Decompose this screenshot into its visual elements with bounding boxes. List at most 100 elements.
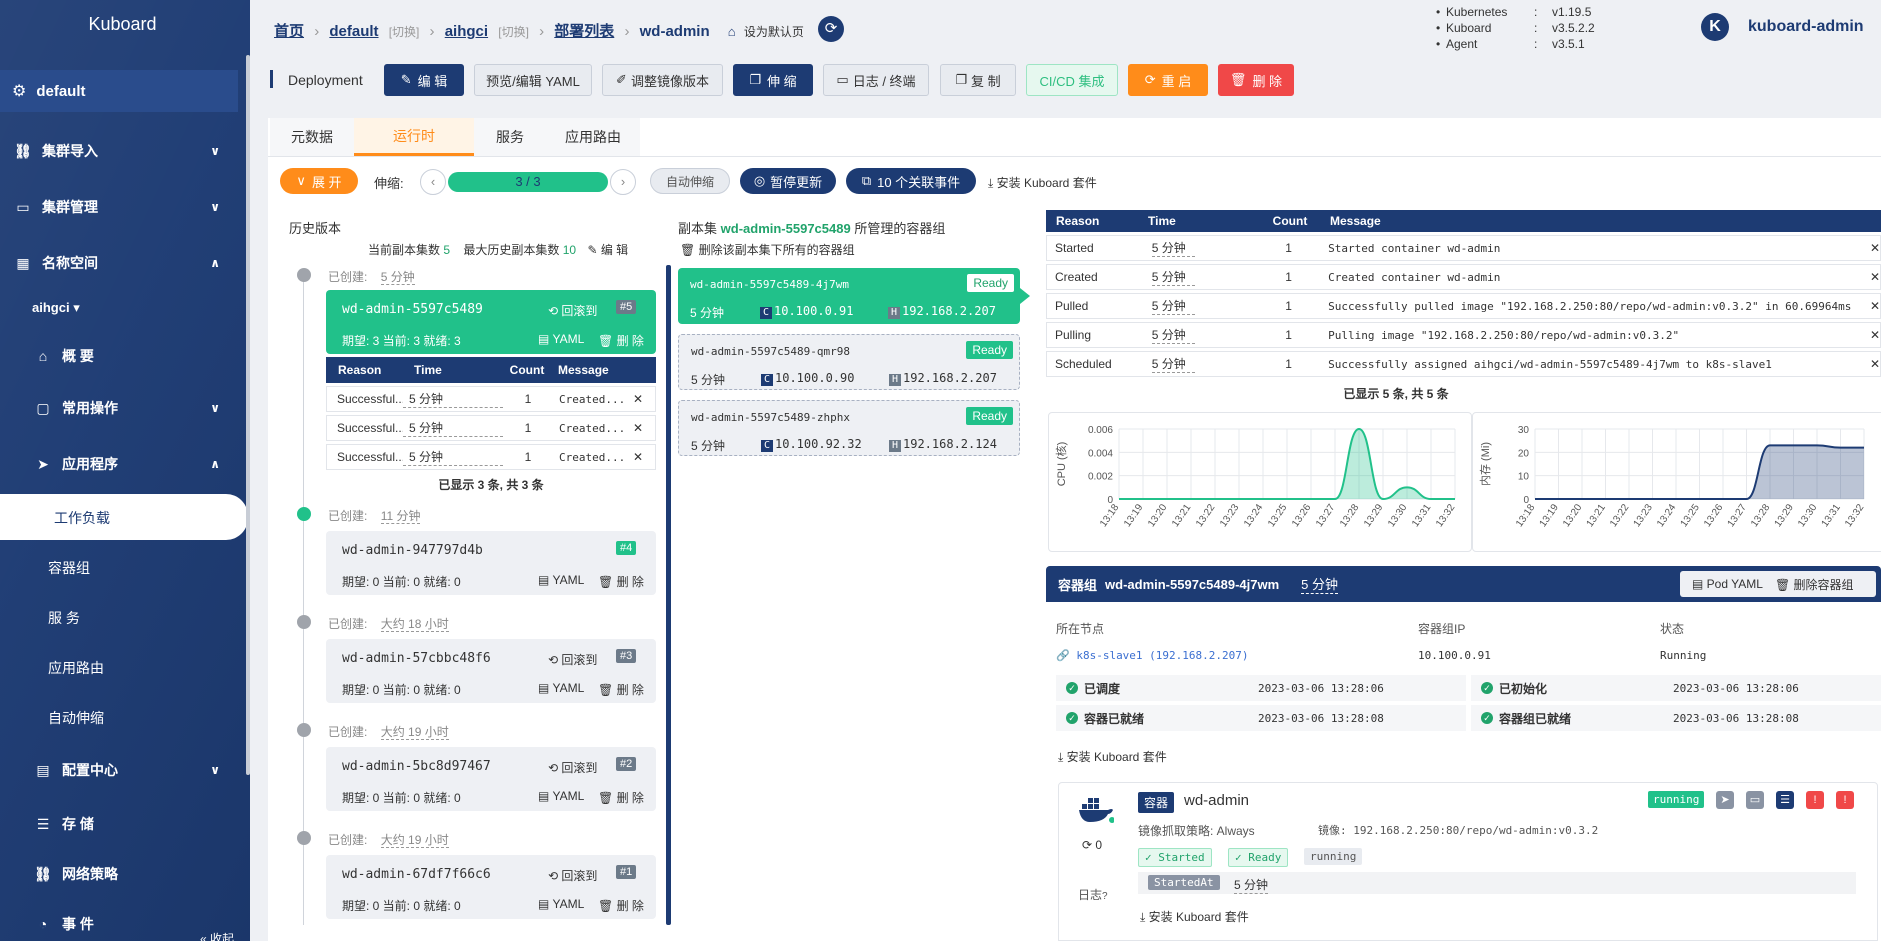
tab-bar-line [268, 156, 1881, 157]
replica-slider[interactable]: 3 / 3 [448, 172, 608, 192]
logs-terminal-button[interactable]: ▭ 日志 / 终端 [823, 64, 929, 96]
close-icon[interactable]: ✕ [1870, 328, 1880, 342]
yaml-link[interactable]: ▤ YAML [538, 789, 584, 803]
cluster-selector[interactable]: ⚙ default [0, 70, 238, 112]
pod-yaml-button[interactable]: ▤ Pod YAML [1692, 577, 1763, 591]
history-card[interactable]: wd-admin-57cbbc48f6 ⟲ 回滚到 #3 期望: 0 当前: 0… [326, 639, 656, 703]
delete-pod-button[interactable]: 🗑 删除容器组 [1775, 576, 1854, 593]
close-icon[interactable]: ✕ [1870, 270, 1880, 284]
user-menu[interactable]: kuboard-admin [1748, 18, 1864, 36]
switch-namespace-link[interactable]: [切换] [498, 25, 529, 39]
delete-link[interactable]: 🗑 删 除 [598, 681, 644, 698]
send-icon[interactable]: ➤ [1716, 791, 1734, 809]
alert-icon[interactable]: ! [1836, 791, 1854, 809]
gear-icon: ⚙ [12, 83, 27, 100]
delete-link[interactable]: 🗑 删 除 [598, 789, 644, 806]
close-icon[interactable]: ✕ [1870, 299, 1880, 313]
history-card[interactable]: wd-admin-67df7f66c6 ⟲ 回滚到 #1 期望: 0 当前: 0… [326, 855, 656, 919]
history-card[interactable]: wd-admin-947797d4b #4 期望: 0 当前: 0 就绪: 0 … [326, 531, 656, 595]
collapse-button[interactable]: « 收起 [200, 930, 234, 941]
install-kuboard-link[interactable]: ⤓ 安装 Kuboard 套件 [1140, 908, 1249, 925]
delete-all-pods-link[interactable]: 🗑 删除该副本集下所有的容器组 [680, 241, 855, 258]
sidebar-item-common-ops[interactable]: ▢ 常用操作 ∨ [20, 388, 240, 428]
sidebar-item-pods[interactable]: 容器组 [48, 558, 90, 578]
close-icon[interactable]: ✕ [633, 450, 643, 464]
rollback-button[interactable]: ⟲ 回滚到 [548, 302, 597, 319]
sidebar-item-autoscale[interactable]: 自动伸缩 [48, 708, 104, 728]
breadcrumb-home[interactable]: 首页 [274, 23, 304, 40]
sidebar-item-storage[interactable]: ☰ 存 储 [20, 804, 250, 844]
sidebar-item-cluster-import[interactable]: ⛓ 集群导入 ∨ [0, 131, 240, 171]
image-version-button[interactable]: ✐ 调整镜像版本 [602, 64, 723, 96]
events-footer: 已显示 3 条, 共 3 条 [438, 478, 544, 492]
copy-button[interactable]: ❐ 复 制 [940, 64, 1016, 96]
tab-services[interactable]: 服务 [474, 118, 546, 156]
install-kuboard-link[interactable]: ⤓ 安装 Kuboard 套件 [1058, 748, 1167, 765]
delete-link[interactable]: 🗑 删 除 [598, 897, 644, 914]
sidebar-item-netpolicy[interactable]: ⛓ 网络策略 [20, 854, 250, 894]
rollback-button[interactable]: ⟲ 回滚到 [548, 867, 597, 884]
sidebar-item-overview[interactable]: ⌂ 概 要 [20, 336, 250, 376]
breadcrumb-deploy-list[interactable]: 部署列表 [554, 23, 614, 40]
sidebar-item-workloads[interactable]: 工作负载 [54, 508, 110, 528]
alert-icon[interactable]: ! [1806, 791, 1824, 809]
history-card[interactable]: wd-admin-5bc8d97467 ⟲ 回滚到 #2 期望: 0 当前: 0… [326, 747, 656, 811]
link-icon: ⛓ [14, 142, 32, 159]
breadcrumb-namespace[interactable]: aihgci [445, 23, 488, 40]
yaml-link[interactable]: ▤ YAML [538, 681, 584, 695]
edit-button[interactable]: ✎ 编 辑 [384, 64, 464, 96]
scale-button[interactable]: ❐ 伸 缩 [733, 64, 813, 96]
host-ip: 192.168.2.207 [902, 304, 996, 318]
history-card-active[interactable]: wd-admin-5597c5489 ⟲ 回滚到 #5 期望: 3 当前: 3 … [326, 290, 656, 354]
restart-button[interactable]: ⟳ 重 启 [1128, 64, 1208, 96]
sidebar-item-ingress[interactable]: 应用路由 [48, 658, 104, 678]
yaml-button[interactable]: 预览/编辑 YAML [474, 64, 592, 96]
node-label: 所在节点 [1056, 622, 1105, 636]
pod-card[interactable]: wd-admin-5597c5489-qmr98 Ready 5 分钟 C 10.… [678, 334, 1020, 390]
namespace-selector[interactable]: aihgci ▾ [32, 300, 80, 316]
close-icon[interactable]: ✕ [633, 392, 643, 406]
rollback-button[interactable]: ⟲ 回滚到 [548, 759, 597, 776]
terminal-icon[interactable]: ▭ [1746, 791, 1764, 809]
sidebar-scrollbar[interactable] [246, 55, 250, 775]
close-icon[interactable]: ✕ [1870, 241, 1880, 255]
database-icon[interactable]: ☰ [1776, 791, 1794, 809]
edit-history-link[interactable]: ✎ 编 辑 [587, 243, 628, 257]
tab-metadata[interactable]: 元数据 [270, 118, 354, 156]
column-scrollbar[interactable] [666, 265, 671, 925]
sidebar-item-cluster-manage[interactable]: ▭ 集群管理 ∨ [0, 187, 240, 227]
expand-button[interactable]: ∨ 展 开 [280, 168, 358, 194]
cicd-button[interactable]: CI/CD 集成 [1026, 64, 1118, 96]
yaml-link[interactable]: ▤ YAML [538, 573, 584, 587]
tab-runtime[interactable]: 运行时 [354, 118, 474, 156]
tab-ingress[interactable]: 应用路由 [546, 118, 640, 156]
pause-update-button[interactable]: ◎ 暂停更新 [740, 168, 836, 194]
sidebar-item-namespace[interactable]: ▦ 名称空间 ∧ [0, 243, 240, 283]
sidebar-item-services[interactable]: 服 务 [48, 608, 80, 628]
set-default-link[interactable]: 设为默认页 [744, 25, 804, 39]
delete-link[interactable]: 🗑 删 除 [598, 332, 644, 349]
switch-cluster-link[interactable]: [切换] [389, 25, 420, 39]
x-tick-label: 13:19 [1538, 502, 1562, 529]
avatar[interactable]: K [1701, 13, 1729, 41]
yaml-link[interactable]: ▤ YAML [538, 897, 584, 911]
scale-decrease-button[interactable]: ‹ [420, 169, 446, 195]
pod-card[interactable]: wd-admin-5597c5489-zhphx Ready 5 分钟 C 10.… [678, 400, 1020, 456]
rollback-button[interactable]: ⟲ 回滚到 [548, 651, 597, 668]
close-icon[interactable]: ✕ [1870, 357, 1880, 371]
revision-badge: #4 [616, 541, 637, 555]
breadcrumb-cluster[interactable]: default [329, 23, 378, 40]
refresh-button[interactable]: ⟳ [818, 16, 844, 42]
sidebar-item-config[interactable]: ▤ 配置中心 ∨ [20, 750, 240, 790]
scale-increase-button[interactable]: › [610, 169, 636, 195]
delete-link[interactable]: 🗑 删 除 [598, 573, 644, 590]
close-icon[interactable]: ✕ [633, 421, 643, 435]
node-link[interactable]: 🔗 k8s-slave1 (192.168.2.207) [1056, 649, 1249, 662]
delete-button[interactable]: 🗑 删 除 [1218, 64, 1294, 96]
install-kuboard-link[interactable]: ⤓ 安装 Kuboard 套件 [988, 174, 1097, 191]
pod-card-active[interactable]: wd-admin-5597c5489-4j7wm Ready 5 分钟 C 10.… [678, 268, 1030, 324]
yaml-link[interactable]: ▤ YAML [538, 332, 584, 346]
related-events-button[interactable]: ⧉ 10 个关联事件 [846, 168, 976, 194]
autoscale-button[interactable]: 自动伸缩 [650, 168, 730, 194]
sidebar-item-apps[interactable]: ➤ 应用程序 ∧ [20, 444, 240, 484]
